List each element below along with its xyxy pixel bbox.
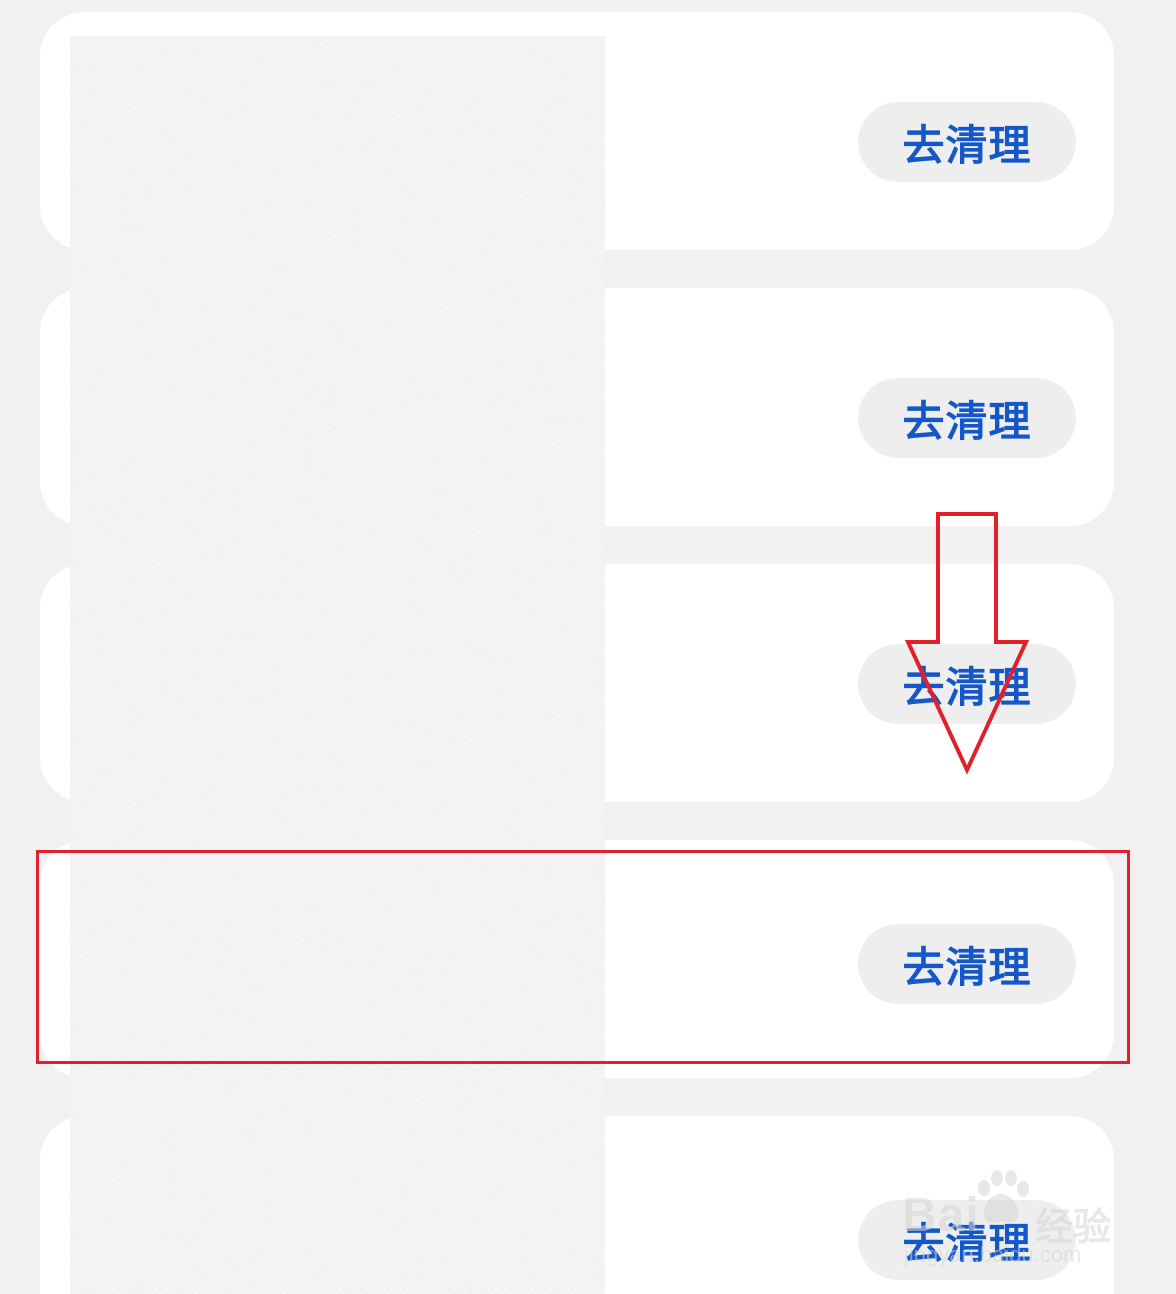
storage-cleanup-list: 去清理 去清理 去清理 去清理 去清理 Bai 经验 jingyan.baidu… [0,0,1176,1294]
clean-button[interactable]: 去清理 [858,1200,1076,1280]
clean-button[interactable]: 去清理 [858,378,1076,458]
clean-button[interactable]: 去清理 [858,924,1076,1004]
clean-button[interactable]: 去清理 [858,102,1076,182]
redacted-content-mask [70,36,605,1294]
clean-button[interactable]: 去清理 [858,644,1076,724]
